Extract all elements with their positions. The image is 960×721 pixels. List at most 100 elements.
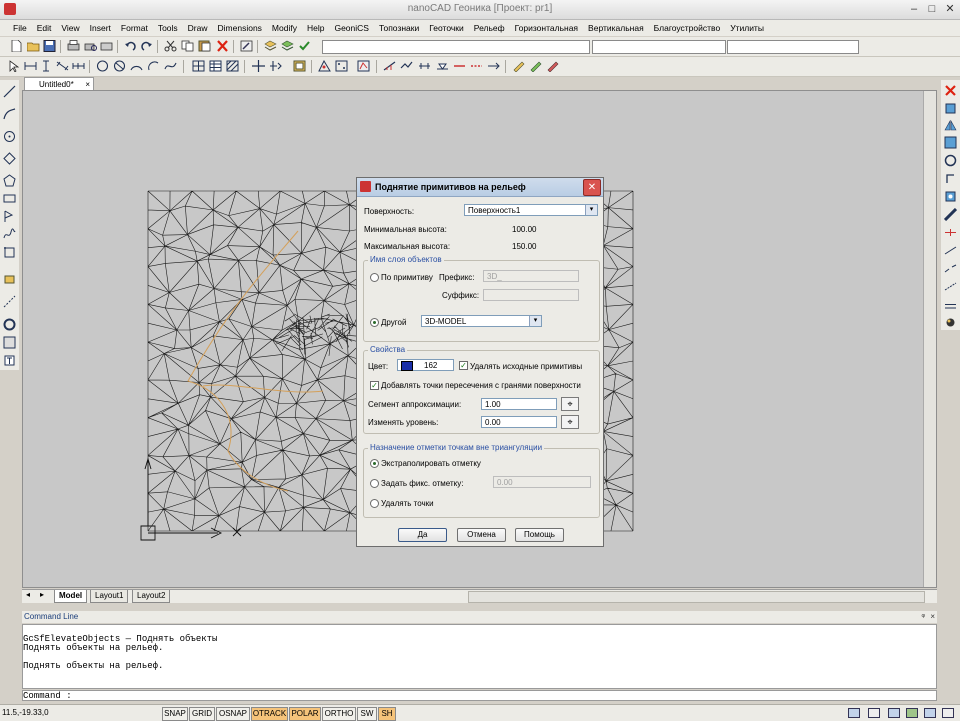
menu-file[interactable]: File [8,23,32,33]
menu-edit[interactable]: Edit [32,23,57,33]
vertical-scrollbar[interactable] [923,91,936,587]
change-level-input[interactable]: 0.00 [481,416,557,428]
otrack-toggle[interactable]: OTRACK [251,707,288,721]
rotate-right-icon[interactable] [944,190,957,203]
restore-button[interactable]: □ [923,2,941,16]
profile-icon[interactable] [400,60,413,72]
by-primitive-radio[interactable] [370,273,379,282]
tab-layout2[interactable]: Layout2 [132,590,171,603]
hatch-icon[interactable] [226,60,239,72]
block-icon[interactable] [293,60,306,72]
surface-select[interactable]: Поверхность1 ▾ [464,204,598,216]
menu-dimensions[interactable]: Dimensions [213,23,267,33]
command-input[interactable]: Command : [22,690,937,701]
paste-icon[interactable] [198,40,211,52]
osnap-toggle[interactable]: OSNAP [216,707,250,721]
delete-source-checkbox[interactable]: ✓ [459,361,468,370]
rectangle-icon[interactable] [3,192,16,205]
polar-toggle[interactable]: POLAR [289,707,321,721]
table-icon[interactable] [209,60,222,72]
grid-snap-icon[interactable] [192,60,205,72]
menu-draw[interactable]: Draw [183,23,213,33]
polygon-icon[interactable] [3,174,16,187]
command-line-close-icon[interactable]: × [930,611,935,623]
match-properties-icon[interactable] [240,40,253,52]
cut-icon[interactable] [164,40,177,52]
menu-view[interactable]: View [56,23,84,33]
slope-icon[interactable] [383,60,396,72]
open-folder-icon[interactable] [27,40,40,52]
copy-icon[interactable] [181,40,194,52]
fixed-elevation-radio[interactable] [370,479,379,488]
dim-vertical-icon[interactable] [40,60,53,72]
other-layer-radio[interactable] [370,318,379,327]
donut-icon[interactable] [3,318,16,331]
tab-layout1[interactable]: Layout1 [90,590,129,603]
tab-scroll-left-icon[interactable]: ◂ [26,590,30,599]
line-icon[interactable] [3,85,16,98]
menu-landscaping[interactable]: Благоустройство [649,23,726,33]
approx-segment-input[interactable]: 1.00 [481,398,557,410]
arc-icon[interactable] [130,60,143,72]
pen-icon[interactable] [512,60,525,72]
status-icon-3[interactable] [888,708,900,718]
circle-icon[interactable] [96,60,109,72]
chamfer-icon[interactable] [944,280,957,293]
region-icon[interactable] [3,336,16,349]
spline-left-icon[interactable] [3,210,16,223]
ortho-toggle[interactable]: ORTHO [322,707,356,721]
grid-toggle[interactable]: GRID [189,707,215,721]
pen-alt-icon[interactable] [529,60,542,72]
rotate-icon[interactable] [3,152,16,165]
pick-level-button[interactable]: ⌖ [561,415,579,429]
linetype-combo[interactable] [592,40,726,54]
move-icon[interactable] [252,60,265,72]
status-icon-1[interactable] [848,708,860,718]
polyline-icon[interactable] [3,107,16,120]
select-icon[interactable] [8,60,21,72]
menu-horizontal[interactable]: Горизонтальная [510,23,583,33]
command-line-pin-icon[interactable]: ᵠ [921,611,925,623]
minimize-button[interactable]: – [905,2,923,16]
cancel-button[interactable]: Отмена [457,528,506,542]
sh-toggle[interactable]: SH [378,707,396,721]
menu-utilities[interactable]: Утилиты [725,23,769,33]
status-icon-2[interactable] [868,708,880,718]
layer-combo[interactable] [322,40,590,54]
geo-points-icon[interactable] [318,60,331,72]
tab-model[interactable]: Model [54,590,88,603]
status-icon-5[interactable] [924,708,936,718]
geo-survey-icon[interactable] [357,60,370,72]
color-select[interactable]: 162 [397,359,454,371]
move-right-icon[interactable] [944,172,957,185]
menu-geonics[interactable]: GeoniCS [329,23,374,33]
wave-icon[interactable] [3,228,16,241]
close-window-button[interactable]: ✕ [941,2,959,16]
elevation-mark-icon[interactable] [436,60,449,72]
delete-icon[interactable] [216,40,229,52]
print-preview-icon[interactable] [84,40,97,52]
plot-icon[interactable] [100,40,113,52]
break-icon[interactable] [944,262,957,275]
pick-approx-button[interactable]: ⌖ [561,397,579,411]
circle-center-icon[interactable] [3,130,16,143]
menu-relief[interactable]: Рельеф [469,23,510,33]
section-icon[interactable] [418,60,431,72]
dim-aligned-icon[interactable] [56,60,69,72]
slope-arrow-icon[interactable] [487,60,500,72]
dialog-close-button[interactable]: ✕ [583,179,601,196]
mirror-icon[interactable] [944,119,957,132]
level-dash-icon[interactable] [470,60,483,72]
print-icon[interactable] [67,40,80,52]
spline-icon[interactable] [164,60,177,72]
menu-insert[interactable]: Insert [85,23,116,33]
status-icon-4[interactable] [906,708,918,718]
extrapolate-radio[interactable] [370,459,379,468]
add-points-checkbox[interactable]: ✓ [370,381,379,390]
layer-check-icon[interactable] [298,40,311,52]
snap-toggle[interactable]: SNAP [162,707,188,721]
save-icon[interactable] [43,40,56,52]
layer-select[interactable]: 3D-MODEL ▾ [421,315,542,327]
delete-points-radio[interactable] [370,499,379,508]
menu-format[interactable]: Format [116,23,153,33]
